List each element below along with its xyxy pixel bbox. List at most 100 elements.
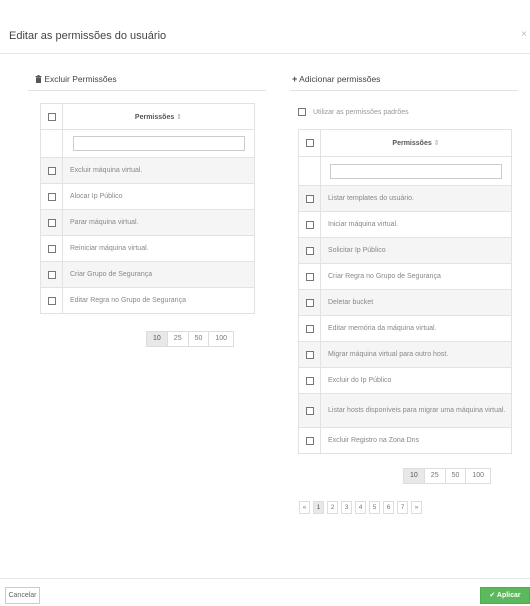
select-all-checkbox-cell <box>298 129 321 157</box>
apply-button[interactable]: ✔ Aplicar <box>480 587 530 604</box>
permission-name: Excluir máquina virtual. <box>62 157 255 184</box>
permission-name: Parar máquina virtual. <box>62 209 255 236</box>
row-checkbox[interactable] <box>47 192 56 201</box>
page-size-option[interactable]: 25 <box>166 331 189 347</box>
use-defaults-checkbox[interactable] <box>298 108 306 116</box>
page-size-option[interactable]: 10 <box>146 331 168 347</box>
add-permissions-heading: + Adicionar permissões <box>292 74 380 84</box>
page-number-button[interactable]: 4 <box>355 501 366 514</box>
row-checkbox-cell <box>40 183 63 210</box>
select-all-checkbox[interactable] <box>47 112 56 121</box>
cancel-button[interactable]: Cancelar <box>5 587 40 604</box>
page-number-button[interactable]: 1 <box>313 501 324 514</box>
permission-name: Editar memória da máquina virtual. <box>320 315 512 342</box>
page-size-option[interactable]: 100 <box>465 468 492 484</box>
table-row[interactable]: Editar memória da máquina virtual. <box>298 315 512 342</box>
page-number-button[interactable]: 6 <box>383 501 394 514</box>
remove-permissions-table: Permissões ⇕ Excluir máquina virtual. Alo… <box>40 103 255 314</box>
row-checkbox-cell <box>40 235 63 262</box>
row-checkbox-cell <box>298 263 321 290</box>
table-row[interactable]: Editar Regra no Grupo de Segurança <box>40 287 255 314</box>
permissions-column-header[interactable]: Permissões ⇕ <box>320 129 512 157</box>
permission-name: Iniciar máquina virtual. <box>320 211 512 238</box>
row-checkbox-cell <box>298 367 321 394</box>
row-checkbox-cell <box>40 261 63 288</box>
row-checkbox-cell <box>298 427 321 454</box>
row-checkbox-cell <box>298 289 321 316</box>
table-row[interactable]: Alocar Ip Público <box>40 183 255 210</box>
row-checkbox-cell <box>40 157 63 184</box>
permission-name: Listar hosts disponíveis para migrar uma… <box>320 393 512 428</box>
permission-name: Migrar máquina virtual para outro host. <box>320 341 512 368</box>
permissions-column-header[interactable]: Permissões ⇕ <box>62 103 255 130</box>
page-size-option[interactable]: 50 <box>187 331 210 347</box>
page-number-button[interactable]: » <box>411 501 422 514</box>
row-checkbox-cell <box>40 209 63 236</box>
plus-icon: + <box>292 74 298 84</box>
select-all-checkbox-cell <box>40 103 63 130</box>
add-permissions-table: Permissões ⇕ Listar templates do usuário… <box>298 129 512 454</box>
permission-name: Solicitar Ip Público <box>320 237 512 264</box>
add-permissions-title: Adicionar permissões <box>299 74 381 84</box>
table-row[interactable]: Excluir Registro na Zona Dns <box>298 427 512 454</box>
row-checkbox[interactable] <box>47 244 56 253</box>
divider <box>28 90 266 91</box>
table-row[interactable]: Parar máquina virtual. <box>40 209 255 236</box>
table-row[interactable]: Migrar máquina virtual para outro host. <box>298 341 512 368</box>
page-number-button[interactable]: 5 <box>369 501 380 514</box>
page-number-button[interactable]: 7 <box>397 501 408 514</box>
row-checkbox[interactable] <box>305 272 314 281</box>
table-row[interactable]: Excluir máquina virtual. <box>40 157 255 184</box>
row-checkbox[interactable] <box>305 220 314 229</box>
row-checkbox-cell <box>298 237 321 264</box>
permission-name: Listar templates do usuário. <box>320 185 512 212</box>
table-row[interactable]: Solicitar Ip Público <box>298 237 512 264</box>
page-number-button[interactable]: 2 <box>327 501 338 514</box>
row-checkbox[interactable] <box>305 350 314 359</box>
table-row[interactable]: Listar templates do usuário. <box>298 185 512 212</box>
permission-name: Excluir Registro na Zona Dns <box>320 427 512 454</box>
page-size-selector: 10 25 50 100 <box>146 331 235 347</box>
use-defaults-label: Utilizar as permissões padrões <box>312 108 409 116</box>
sort-icon[interactable]: ⇕ <box>434 140 440 147</box>
permission-name: Criar Grupo de Segurança <box>62 261 255 288</box>
row-checkbox[interactable] <box>305 324 314 333</box>
page-number-button[interactable]: 3 <box>341 501 352 514</box>
row-checkbox[interactable] <box>305 246 314 255</box>
row-checkbox[interactable] <box>305 298 314 307</box>
select-all-checkbox[interactable] <box>305 139 314 147</box>
filter-input[interactable] <box>330 163 502 179</box>
row-checkbox[interactable] <box>305 376 314 385</box>
row-checkbox[interactable] <box>47 296 56 305</box>
table-row[interactable]: Criar Grupo de Segurança <box>40 261 255 288</box>
row-checkbox-cell <box>40 287 63 314</box>
row-checkbox[interactable] <box>305 194 314 203</box>
row-checkbox[interactable] <box>47 166 56 175</box>
use-defaults-option[interactable]: Utilizar as permissões padrões <box>298 108 409 116</box>
page-number-button[interactable]: « <box>299 501 310 514</box>
close-icon[interactable]: × <box>521 29 527 40</box>
row-checkbox[interactable] <box>47 270 56 279</box>
modal-title: Editar as permissões do usuário <box>9 30 167 42</box>
permission-name: Excluir do Ip Público <box>320 367 512 394</box>
table-row[interactable]: Excluir do Ip Público <box>298 367 512 394</box>
page-size-option[interactable]: 10 <box>403 468 425 484</box>
permission-name: Reiniciar máquina virtual. <box>62 235 255 262</box>
page-size-option[interactable]: 100 <box>208 331 235 347</box>
row-checkbox-cell <box>298 185 321 212</box>
page-size-option[interactable]: 25 <box>423 468 446 484</box>
row-checkbox[interactable] <box>47 218 56 227</box>
row-checkbox[interactable] <box>305 436 314 445</box>
check-icon: ✔ <box>489 592 496 599</box>
row-checkbox[interactable] <box>305 406 314 415</box>
page-size-option[interactable]: 50 <box>444 468 467 484</box>
table-row[interactable]: Deletar bucket <box>298 289 512 316</box>
sort-icon[interactable]: ⇕ <box>176 114 182 121</box>
filter-input[interactable] <box>72 136 245 151</box>
permission-name: Editar Regra no Grupo de Segurança <box>62 287 255 314</box>
table-row[interactable]: Iniciar máquina virtual. <box>298 211 512 238</box>
table-row[interactable]: Listar hosts disponíveis para migrar uma… <box>298 393 512 428</box>
apply-label: Aplicar <box>496 592 521 599</box>
table-row[interactable]: Criar Regra no Grupo de Segurança <box>298 263 512 290</box>
table-row[interactable]: Reiniciar máquina virtual. <box>40 235 255 262</box>
